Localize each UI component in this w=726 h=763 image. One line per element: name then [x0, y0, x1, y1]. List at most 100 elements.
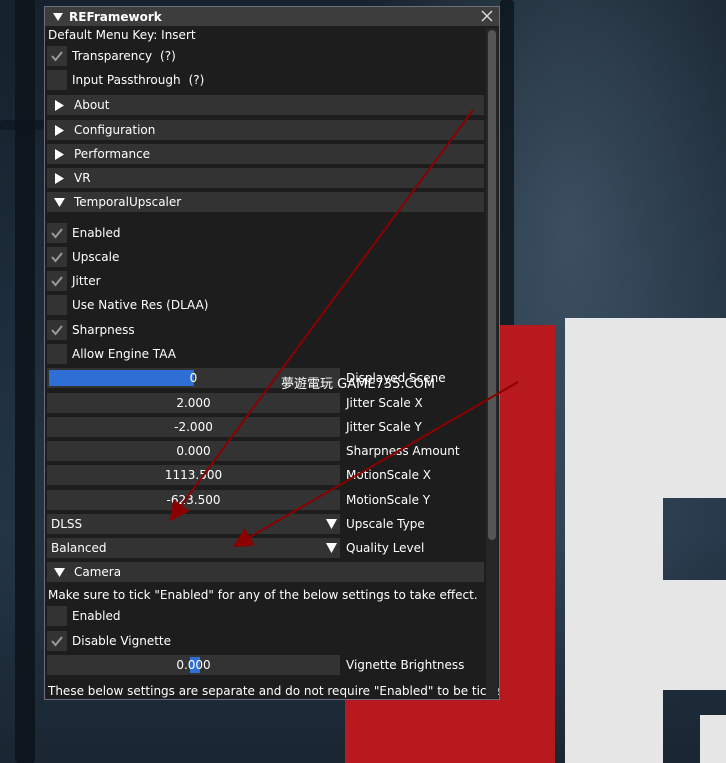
- section-configuration-label: Configuration: [74, 123, 156, 137]
- sharpness-amount-drag[interactable]: 0.000: [47, 441, 340, 461]
- default-key-text: Default Menu Key: Insert: [48, 28, 196, 42]
- close-icon[interactable]: [481, 10, 493, 22]
- section-camera[interactable]: Camera: [47, 562, 484, 582]
- reframework-window[interactable]: REFramework Default Menu Key: Insert Tra…: [44, 6, 500, 700]
- jitter-y-drag[interactable]: -2.000: [47, 417, 340, 437]
- allow-taa-row[interactable]: Allow Engine TAA: [47, 343, 484, 365]
- native-res-checkbox[interactable]: [47, 295, 67, 315]
- collapse-arrow-icon: [54, 567, 65, 577]
- transparency-help[interactable]: (?): [160, 49, 176, 63]
- jitter-label: Jitter: [72, 274, 101, 288]
- motion-y-label: MotionScale Y: [346, 493, 431, 507]
- camera-enabled-checkbox[interactable]: [47, 606, 67, 626]
- jitter-y-label: Jitter Scale Y: [346, 420, 422, 434]
- section-performance-label: Performance: [74, 147, 151, 161]
- chevron-down-icon: [326, 543, 337, 553]
- motion-y-value: -623.500: [166, 493, 221, 507]
- upscale-type-combo[interactable]: DLSS: [47, 514, 340, 534]
- sharpness-amount-value: 0.000: [176, 444, 211, 458]
- motion-x-drag[interactable]: 1113.500: [47, 465, 340, 485]
- jitter-y-row[interactable]: -2.000 Jitter Scale Y: [47, 416, 484, 438]
- temporal-enabled-checkbox[interactable]: [47, 223, 67, 243]
- expand-arrow-icon: [55, 148, 64, 160]
- jitter-x-drag[interactable]: 2.000: [47, 393, 340, 413]
- transparency-checkbox[interactable]: [47, 46, 67, 66]
- vignette-brightness-value: 0.000: [176, 658, 211, 672]
- camera-enabled-row[interactable]: Enabled: [47, 605, 484, 627]
- expand-arrow-icon: [55, 124, 64, 136]
- motion-x-row[interactable]: 1113.500 MotionScale X: [47, 464, 484, 486]
- section-performance[interactable]: Performance: [47, 144, 484, 164]
- checkmark-icon: [51, 325, 63, 336]
- jitter-checkbox[interactable]: [47, 271, 67, 291]
- upscale-row[interactable]: Upscale: [47, 246, 484, 268]
- upscale-type-label: Upscale Type: [346, 517, 425, 531]
- motion-y-drag[interactable]: -623.500: [47, 490, 340, 510]
- checkmark-icon: [51, 51, 63, 62]
- transparency-label: Transparency: [72, 49, 153, 63]
- quality-level-label: Quality Level: [346, 541, 425, 555]
- input-passthrough-row[interactable]: Input Passthrough (?): [47, 69, 484, 91]
- vertical-scrollbar[interactable]: [486, 28, 498, 698]
- upscale-label: Upscale: [72, 250, 120, 264]
- quality-level-row[interactable]: Balanced Quality Level: [47, 537, 484, 559]
- transparency-row[interactable]: Transparency (?): [47, 45, 484, 67]
- quality-level-combo[interactable]: Balanced: [47, 538, 340, 558]
- section-camera-label: Camera: [74, 565, 122, 579]
- expand-arrow-icon: [55, 172, 64, 184]
- chevron-down-icon: [326, 519, 337, 529]
- jitter-row[interactable]: Jitter: [47, 270, 484, 292]
- logo-red-r: [500, 325, 555, 763]
- scrollbar-thumb[interactable]: [488, 30, 496, 540]
- section-vr[interactable]: VR: [47, 168, 484, 188]
- checkmark-icon: [51, 276, 63, 287]
- disable-vignette-label: Disable Vignette: [72, 634, 172, 648]
- upscale-checkbox[interactable]: [47, 247, 67, 267]
- motion-x-value: 1113.500: [164, 468, 223, 482]
- camera-enabled-label: Enabled: [72, 609, 121, 623]
- window-title: REFramework: [69, 9, 162, 24]
- disable-vignette-row[interactable]: Disable Vignette: [47, 630, 484, 652]
- collapse-arrow-icon: [54, 197, 65, 207]
- jitter-x-value: 2.000: [176, 396, 211, 410]
- checkmark-icon: [51, 252, 63, 263]
- sharpness-amount-row[interactable]: 0.000 Sharpness Amount: [47, 440, 484, 462]
- disable-vignette-checkbox[interactable]: [47, 631, 67, 651]
- checkmark-icon: [51, 228, 63, 239]
- input-passthrough-help[interactable]: (?): [189, 73, 205, 87]
- window-titlebar[interactable]: REFramework: [45, 7, 499, 26]
- section-about[interactable]: About: [47, 95, 484, 115]
- camera-note: Make sure to tick "Enabled" for any of t…: [48, 588, 478, 602]
- jitter-x-row[interactable]: 2.000 Jitter Scale X: [47, 392, 484, 414]
- collapse-triangle-icon[interactable]: [53, 12, 63, 22]
- motion-y-row[interactable]: -623.500 MotionScale Y: [47, 489, 484, 511]
- vignette-brightness-label: Vignette Brightness: [346, 658, 465, 672]
- upscale-type-value: DLSS: [51, 517, 83, 531]
- sharpness-checkbox[interactable]: [47, 320, 67, 340]
- logo-white-e: [565, 318, 663, 763]
- native-res-row[interactable]: Use Native Res (DLAA): [47, 294, 484, 316]
- camera-footer-note: These below settings are separate and do…: [48, 684, 500, 698]
- allow-taa-checkbox[interactable]: [47, 344, 67, 364]
- allow-taa-label: Allow Engine TAA: [72, 347, 176, 361]
- section-configuration[interactable]: Configuration: [47, 120, 484, 140]
- jitter-y-value: -2.000: [174, 420, 213, 434]
- section-about-label: About: [74, 98, 110, 112]
- temporal-enabled-label: Enabled: [72, 226, 121, 240]
- section-temporal-upscaler[interactable]: TemporalUpscaler: [47, 192, 484, 212]
- vignette-brightness-slider[interactable]: 0.000: [47, 655, 340, 675]
- sharpness-row[interactable]: Sharpness: [47, 319, 484, 341]
- vignette-brightness-row[interactable]: 0.000 Vignette Brightness: [47, 654, 484, 676]
- upscale-type-row[interactable]: DLSS Upscale Type: [47, 513, 484, 535]
- temporal-enabled-row[interactable]: Enabled: [47, 222, 484, 244]
- section-temporal-label: TemporalUpscaler: [74, 195, 182, 209]
- displayed-scene-value: 0: [189, 371, 198, 385]
- input-passthrough-label: Input Passthrough: [72, 73, 181, 87]
- quality-level-value: Balanced: [51, 541, 107, 555]
- sharpness-label: Sharpness: [72, 323, 135, 337]
- native-res-label: Use Native Res (DLAA): [72, 298, 209, 312]
- motion-x-label: MotionScale X: [346, 468, 432, 482]
- sharpness-amount-label: Sharpness Amount: [346, 444, 460, 458]
- input-passthrough-checkbox[interactable]: [47, 70, 67, 90]
- expand-arrow-icon: [55, 99, 64, 111]
